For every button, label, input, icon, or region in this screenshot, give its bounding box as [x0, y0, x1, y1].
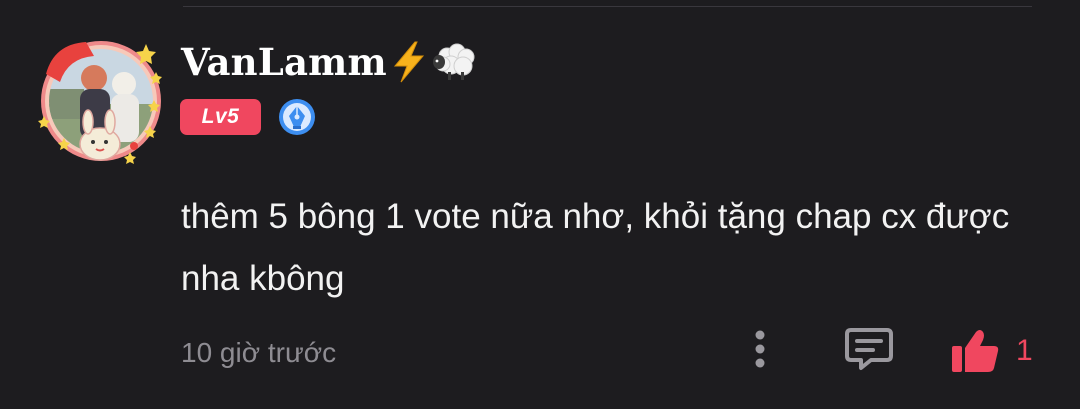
lightning-icon — [389, 40, 429, 84]
reply-button[interactable] — [843, 324, 895, 374]
like-count: 1 — [1016, 334, 1033, 367]
pen-nib-icon — [277, 97, 317, 137]
comment-footer: 10 giờ trước — [181, 330, 336, 376]
top-divider — [183, 6, 1032, 7]
avatar-frame — [38, 41, 162, 164]
more-options-button[interactable] — [748, 328, 772, 372]
username[interactable]: VanLamm — [181, 40, 387, 84]
sheep-icon — [431, 40, 479, 84]
comment-text: thêm 5 bông 1 vote nữa nhơ, khỏi tặng ch… — [181, 197, 1010, 298]
comment-icon — [845, 328, 893, 370]
avatar[interactable] — [34, 34, 168, 168]
timestamp: 10 giờ trước — [181, 337, 337, 368]
more-vertical-icon — [755, 330, 765, 368]
level-badge: Lv5 — [180, 99, 261, 135]
like-button[interactable]: 1 — [950, 326, 1033, 376]
badge-row: Lv5 — [180, 98, 317, 136]
thumbs-up-icon — [952, 330, 999, 372]
username-row: VanLamm — [181, 36, 479, 88]
